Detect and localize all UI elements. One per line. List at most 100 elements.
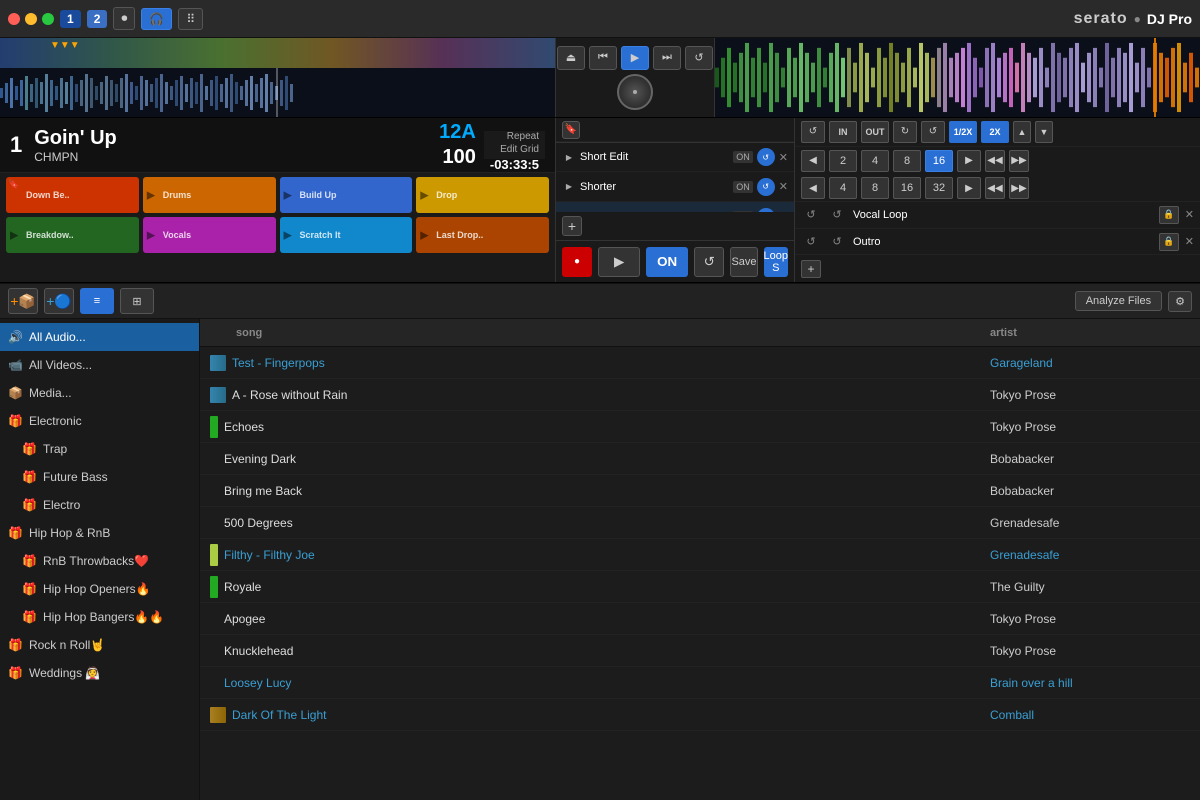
record-btn[interactable]: ●	[562, 247, 592, 277]
add-playlist-btn[interactable]: +🔵	[44, 288, 74, 314]
eject-btn[interactable]: ⏏	[557, 46, 585, 70]
waveform-main-left[interactable]	[0, 68, 555, 117]
half-btn[interactable]: 1/2X	[949, 121, 977, 143]
gear-btn[interactable]: ⚙	[1168, 291, 1192, 312]
loop-num-4-2[interactable]: 4	[829, 177, 857, 199]
table-row[interactable]: Dark Of The Light Comball	[200, 699, 1200, 731]
refresh-btn-small[interactable]: ↺	[694, 247, 724, 277]
table-row[interactable]: Apogee Tokyo Prose	[200, 603, 1200, 635]
prev-btn[interactable]: ⏮	[589, 46, 617, 70]
main-play-btn[interactable]: ▶	[621, 46, 649, 70]
cue-btn-5[interactable]: ▶ Vocals	[143, 217, 276, 253]
loop-outro-refresh-1[interactable]: ↺	[801, 233, 821, 251]
table-row[interactable]: Royale The Guilty	[200, 571, 1200, 603]
deck-1-btn[interactable]: 1	[60, 10, 81, 28]
on-btn[interactable]: ON	[646, 247, 688, 277]
grid-view-btn[interactable]: ⠿	[178, 8, 203, 30]
edit-item-1[interactable]: ▶ Shorter ON ↺ ✕	[556, 172, 794, 202]
loop-nav-right[interactable]: ▶	[957, 150, 981, 172]
table-row[interactable]: Bring me Back Bobabacker	[200, 475, 1200, 507]
sidebar-item-trap[interactable]: 🎁 Trap	[0, 435, 199, 463]
table-row[interactable]: 500 Degrees Grenadesafe	[200, 507, 1200, 539]
add-loop-btn[interactable]: +	[801, 260, 821, 278]
outro-lock[interactable]: 🔒	[1159, 233, 1179, 251]
edit-grid-btn[interactable]: Edit Grid	[500, 144, 539, 155]
loop-nav-left-2[interactable]: ◀	[801, 177, 825, 199]
tempo-knob[interactable]	[617, 74, 653, 110]
analyze-btn[interactable]: Analyze Files	[1075, 291, 1162, 311]
loop-preset-vocal[interactable]: ↺ ↺ Vocal Loop 🔒 ✕	[795, 202, 1200, 229]
table-row[interactable]: Evening Dark Bobabacker	[200, 443, 1200, 475]
edit-item-0[interactable]: ▶ Short Edit ON ↺ ✕	[556, 142, 794, 172]
sidebar-item-rock[interactable]: 🎁 Rock n Roll🤘	[0, 631, 199, 659]
fullscreen-btn[interactable]	[42, 13, 54, 25]
record-mode-btn[interactable]: ⏺	[113, 7, 135, 30]
edit-close-0[interactable]: ✕	[779, 151, 788, 164]
save-btn[interactable]: Save	[730, 247, 757, 277]
sidebar-item-electronic[interactable]: 🎁 Electronic	[0, 407, 199, 435]
minimize-btn[interactable]	[25, 13, 37, 25]
sidebar-item-future-bass[interactable]: 🎁 Future Bass	[0, 463, 199, 491]
table-row[interactable]: Test - Fingerpops Garageland	[200, 347, 1200, 379]
table-row[interactable]: A - Rose without Rain Tokyo Prose	[200, 379, 1200, 411]
loop-arrow-right-2[interactable]: ▶▶	[1009, 177, 1029, 199]
loop-forward-btn[interactable]: ↻	[893, 121, 917, 143]
cue-btn-3[interactable]: ▶ Drop	[416, 177, 549, 213]
sidebar-item-openers[interactable]: 🎁 Hip Hop Openers🔥	[0, 575, 199, 603]
waveform-mini[interactable]: ▼▼▼	[0, 38, 555, 68]
edit-refresh-1[interactable]: ↺	[757, 178, 775, 196]
out-btn[interactable]: OUT	[861, 121, 889, 143]
loop-arrow-left-2[interactable]: ◀◀	[985, 177, 1005, 199]
grid-view-btn-lib[interactable]: ⊞	[120, 288, 154, 314]
waveform-left[interactable]: ▼▼▼	[0, 38, 555, 117]
edit-play-1[interactable]: ▶	[562, 180, 576, 194]
loop-outro-refresh-2[interactable]: ↺	[827, 233, 847, 251]
waveform-right[interactable]	[715, 38, 1200, 117]
loop-arrow-left[interactable]: ◀◀	[985, 150, 1005, 172]
table-row[interactable]: Knucklehead Tokyo Prose	[200, 635, 1200, 667]
vocal-loop-close[interactable]: ✕	[1185, 208, 1194, 221]
loop-num-16[interactable]: 16	[925, 150, 953, 172]
sidebar-item-hip-hop[interactable]: 🎁 Hip Hop & RnB	[0, 519, 199, 547]
table-row[interactable]: Filthy - Filthy Joe Grenadesafe	[200, 539, 1200, 571]
next-btn[interactable]: ⏭	[653, 46, 681, 70]
loop-nav-right-2[interactable]: ▶	[957, 177, 981, 199]
loop-s-btn[interactable]: Loop S	[764, 247, 788, 277]
list-view-btn[interactable]: ≡	[80, 288, 114, 314]
double-btn[interactable]: 2X	[981, 121, 1009, 143]
sidebar-item-all-videos[interactable]: 📹 All Videos...	[0, 351, 199, 379]
sidebar-item-media[interactable]: 📦 Media...	[0, 379, 199, 407]
cue-btn-4[interactable]: ▶ Breakdow..	[6, 217, 139, 253]
add-track-btn[interactable]: +📦	[8, 288, 38, 314]
loop-num-2[interactable]: 2	[829, 150, 857, 172]
repeat-btn[interactable]: Repeat	[507, 131, 539, 142]
deck-2-btn[interactable]: 2	[87, 10, 108, 28]
table-row[interactable]: Loosey Lucy Brain over a hill	[200, 667, 1200, 699]
sidebar-item-weddings[interactable]: 🎁 Weddings 👰	[0, 659, 199, 687]
sidebar-item-all-audio[interactable]: 🔊 All Audio...	[0, 323, 199, 351]
loop-toggle-btn[interactable]: ↺	[685, 46, 713, 70]
loop-preset-refresh-1[interactable]: ↺	[801, 206, 821, 224]
cue-btn-6[interactable]: ▶ Scratch It	[280, 217, 413, 253]
edit-refresh-0[interactable]: ↺	[757, 148, 775, 166]
cue-btn-7[interactable]: ▶ Last Drop..	[416, 217, 549, 253]
loop-refresh-btn[interactable]: ↺	[921, 121, 945, 143]
loop-preset-refresh-2[interactable]: ↺	[827, 206, 847, 224]
loop-spin-up-btn[interactable]: ▲	[1013, 121, 1031, 143]
cue-btn-2[interactable]: ▶ Build Up	[280, 177, 413, 213]
table-row[interactable]: Echoes Tokyo Prose	[200, 411, 1200, 443]
edit-item-2[interactable]: ▶ No Verses ON ↺ ✕	[556, 202, 794, 212]
dj-mode-btn[interactable]: 🎧	[141, 8, 172, 30]
loop-num-8-2[interactable]: 8	[861, 177, 889, 199]
edit-play-0[interactable]: ▶	[562, 150, 576, 164]
loop-nav-left[interactable]: ◀	[801, 150, 825, 172]
edit-close-1[interactable]: ✕	[779, 180, 788, 193]
cue-btn-0[interactable]: 🔖 Down Be..	[6, 177, 139, 213]
sidebar-item-bangers[interactable]: 🎁 Hip Hop Bangers🔥🔥	[0, 603, 199, 631]
sidebar-item-rnb[interactable]: 🎁 RnB Throwbacks❤️	[0, 547, 199, 575]
loop-spin-down-btn[interactable]: ▼	[1035, 121, 1053, 143]
outro-close[interactable]: ✕	[1185, 235, 1194, 248]
loop-num-4[interactable]: 4	[861, 150, 889, 172]
loop-num-32[interactable]: 32	[925, 177, 953, 199]
loop-preset-outro[interactable]: ↺ ↺ Outro 🔒 ✕	[795, 229, 1200, 256]
